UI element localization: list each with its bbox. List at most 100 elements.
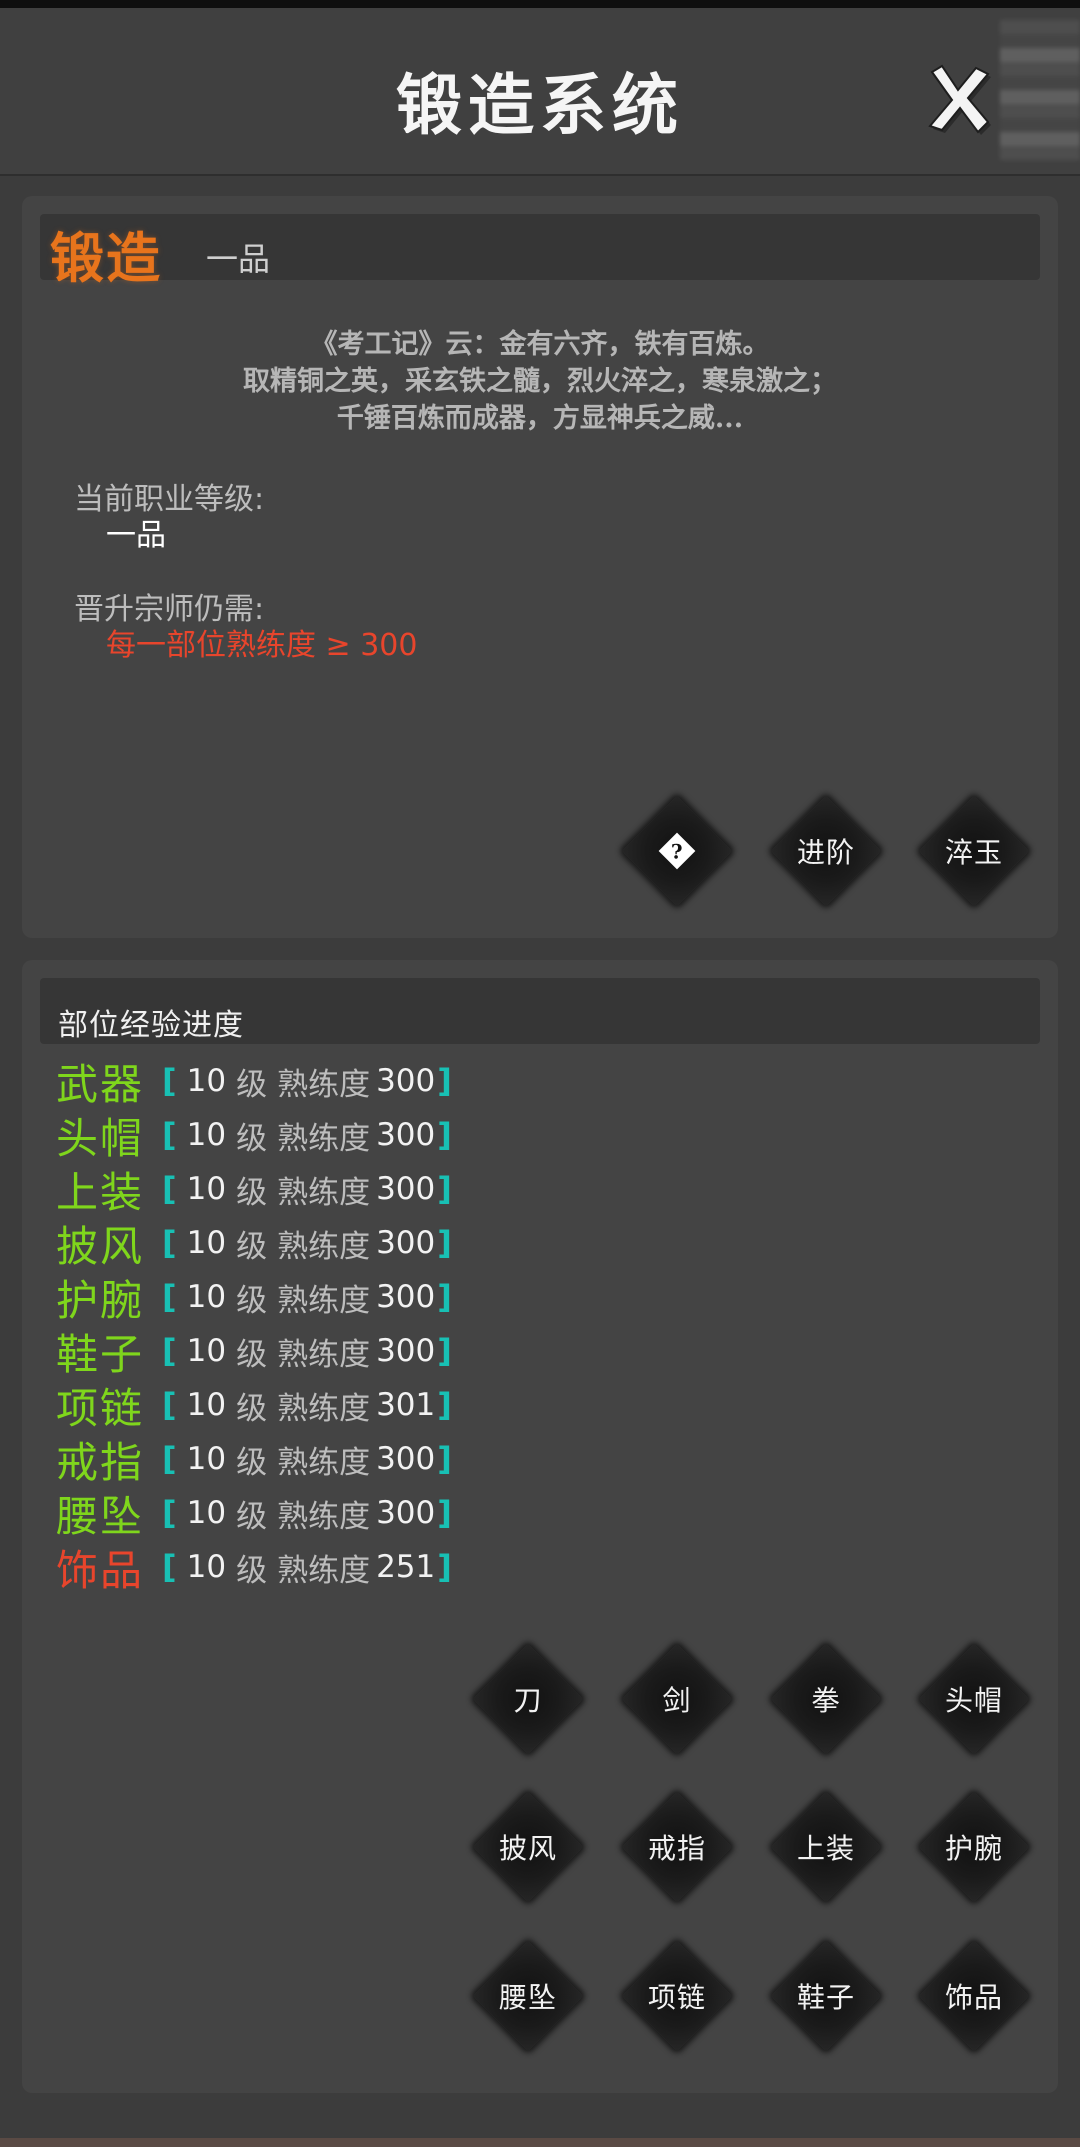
part-button-shangzhuang[interactable]: 上装	[767, 1788, 885, 1906]
bracket-close: ]	[437, 1548, 452, 1586]
button-label: 鞋子	[796, 1981, 855, 2014]
part-proficiency: 300	[376, 1171, 436, 1207]
button-label: 头帽	[944, 1684, 1003, 1717]
part-name: 头帽	[56, 1113, 145, 1163]
part-name: 护腕	[56, 1275, 145, 1325]
part-level: 10	[186, 1333, 227, 1369]
part-level: 10	[186, 1441, 227, 1477]
proficiency-label: 熟练度	[277, 1066, 371, 1103]
part-progress-row: 饰品 [10 级熟练度 251]	[56, 1540, 452, 1595]
bracket-close: ]	[437, 1062, 452, 1100]
button-label: 戒指	[647, 1832, 706, 1865]
quote-line: 取精铜之英，采玄铁之髓，烈火淬之，寒泉激之；	[243, 366, 837, 397]
button-label: 淬玉	[944, 836, 1003, 869]
forge-quote: 《考工记》云：金有六齐，铁有百炼。 取精铜之英，采玄铁之髓，烈火淬之，寒泉激之；…	[22, 326, 1058, 437]
part-name: 腰坠	[56, 1491, 145, 1541]
level-unit: 级	[236, 1120, 268, 1157]
bracket-open: [	[162, 1062, 177, 1100]
part-proficiency: 300	[376, 1117, 436, 1153]
proficiency-label: 熟练度	[277, 1552, 371, 1589]
proficiency-label: 熟练度	[277, 1174, 371, 1211]
part-button-xiezi[interactable]: 鞋子	[767, 1937, 885, 2055]
bracket-open: [	[162, 1278, 177, 1316]
bracket-close: ]	[437, 1440, 452, 1478]
bracket-close: ]	[437, 1224, 452, 1262]
part-proficiency: 300	[376, 1441, 436, 1477]
bracket-close: ]	[437, 1278, 452, 1316]
part-proficiency: 300	[376, 1063, 436, 1099]
part-name: 武器	[56, 1059, 145, 1109]
part-proficiency: 300	[376, 1333, 436, 1369]
advance-button[interactable]: 进阶	[767, 792, 885, 910]
help-icon: ?	[658, 832, 696, 870]
part-progress-row: 护腕 [10 级熟练度 300]	[56, 1270, 452, 1325]
bracket-open: [	[162, 1224, 177, 1262]
part-button-jiezhi[interactable]: 戒指	[618, 1788, 736, 1906]
part-level: 10	[186, 1549, 227, 1585]
proficiency-label: 熟练度	[277, 1498, 371, 1535]
part-name: 披风	[56, 1221, 145, 1271]
part-name: 鞋子	[56, 1329, 145, 1379]
part-button-yaozhui[interactable]: 腰坠	[469, 1937, 587, 2055]
status-bar	[0, 0, 1080, 8]
part-progress-row: 披风 [10 级熟练度 300]	[56, 1216, 452, 1271]
button-label: 披风	[498, 1832, 557, 1865]
button-label: 剑	[662, 1684, 692, 1717]
part-proficiency: 301	[376, 1387, 436, 1423]
level-unit: 级	[236, 1498, 268, 1535]
header: 锻造系统	[0, 8, 1080, 176]
obscured-region	[1000, 20, 1080, 160]
part-button-pifeng[interactable]: 披风	[469, 1788, 587, 1906]
quote-line: 千锤百炼而成器，方显神兵之威...	[336, 403, 744, 434]
button-label: 腰坠	[498, 1981, 557, 2014]
part-progress-row: 武器 [10 级熟练度 300]	[56, 1054, 452, 1109]
level-unit: 级	[236, 1228, 268, 1265]
proficiency-label: 熟练度	[277, 1444, 371, 1481]
level-unit: 级	[236, 1066, 268, 1103]
button-label: 护腕	[944, 1832, 1003, 1865]
part-button-quan[interactable]: 拳	[767, 1640, 885, 1758]
part-name: 饰品	[56, 1545, 145, 1595]
bracket-close: ]	[437, 1386, 452, 1424]
part-progress-row: 鞋子 [10 级熟练度 300]	[56, 1324, 452, 1379]
button-label: 项链	[647, 1981, 706, 2014]
proficiency-label: 熟练度	[277, 1228, 371, 1265]
bracket-open: [	[162, 1440, 177, 1478]
current-level-value: 一品	[106, 518, 166, 553]
part-button-jian[interactable]: 剑	[618, 1640, 736, 1758]
progress-header-bar: 部位经验进度	[40, 978, 1040, 1044]
part-level: 10	[186, 1279, 227, 1315]
button-label: 上装	[796, 1832, 855, 1865]
level-unit: 级	[236, 1444, 268, 1481]
help-button[interactable]: ?	[618, 792, 736, 910]
button-label: ?	[618, 792, 736, 910]
close-button[interactable]	[918, 60, 998, 140]
part-button-toumao[interactable]: 头帽	[915, 1640, 1033, 1758]
proficiency-label: 熟练度	[277, 1390, 371, 1427]
level-unit: 级	[236, 1336, 268, 1373]
part-level: 10	[186, 1117, 227, 1153]
part-level: 10	[186, 1171, 227, 1207]
part-level: 10	[186, 1063, 227, 1099]
part-button-shipin[interactable]: 饰品	[915, 1937, 1033, 2055]
level-unit: 级	[236, 1390, 268, 1427]
part-progress-row: 戒指 [10 级熟练度 300]	[56, 1432, 452, 1487]
bracket-close: ]	[437, 1116, 452, 1154]
proficiency-label: 熟练度	[277, 1336, 371, 1373]
button-label: 拳	[811, 1684, 841, 1717]
part-progress-row: 项链 [10 级熟练度 301]	[56, 1378, 452, 1433]
bracket-open: [	[162, 1548, 177, 1586]
part-button-xianglian[interactable]: 项链	[618, 1937, 736, 2055]
part-button-dao[interactable]: 刀	[469, 1640, 587, 1758]
grade-tab[interactable]: 一品	[206, 234, 270, 280]
temper-button[interactable]: 淬玉	[915, 792, 1033, 910]
bracket-close: ]	[437, 1332, 452, 1370]
bracket-open: [	[162, 1170, 177, 1208]
button-label: 刀	[513, 1684, 543, 1717]
part-level: 10	[186, 1495, 227, 1531]
part-button-huwan[interactable]: 护腕	[915, 1788, 1033, 1906]
bracket-open: [	[162, 1116, 177, 1154]
part-level: 10	[186, 1387, 227, 1423]
proficiency-label: 熟练度	[277, 1282, 371, 1319]
close-x-icon	[928, 64, 991, 135]
